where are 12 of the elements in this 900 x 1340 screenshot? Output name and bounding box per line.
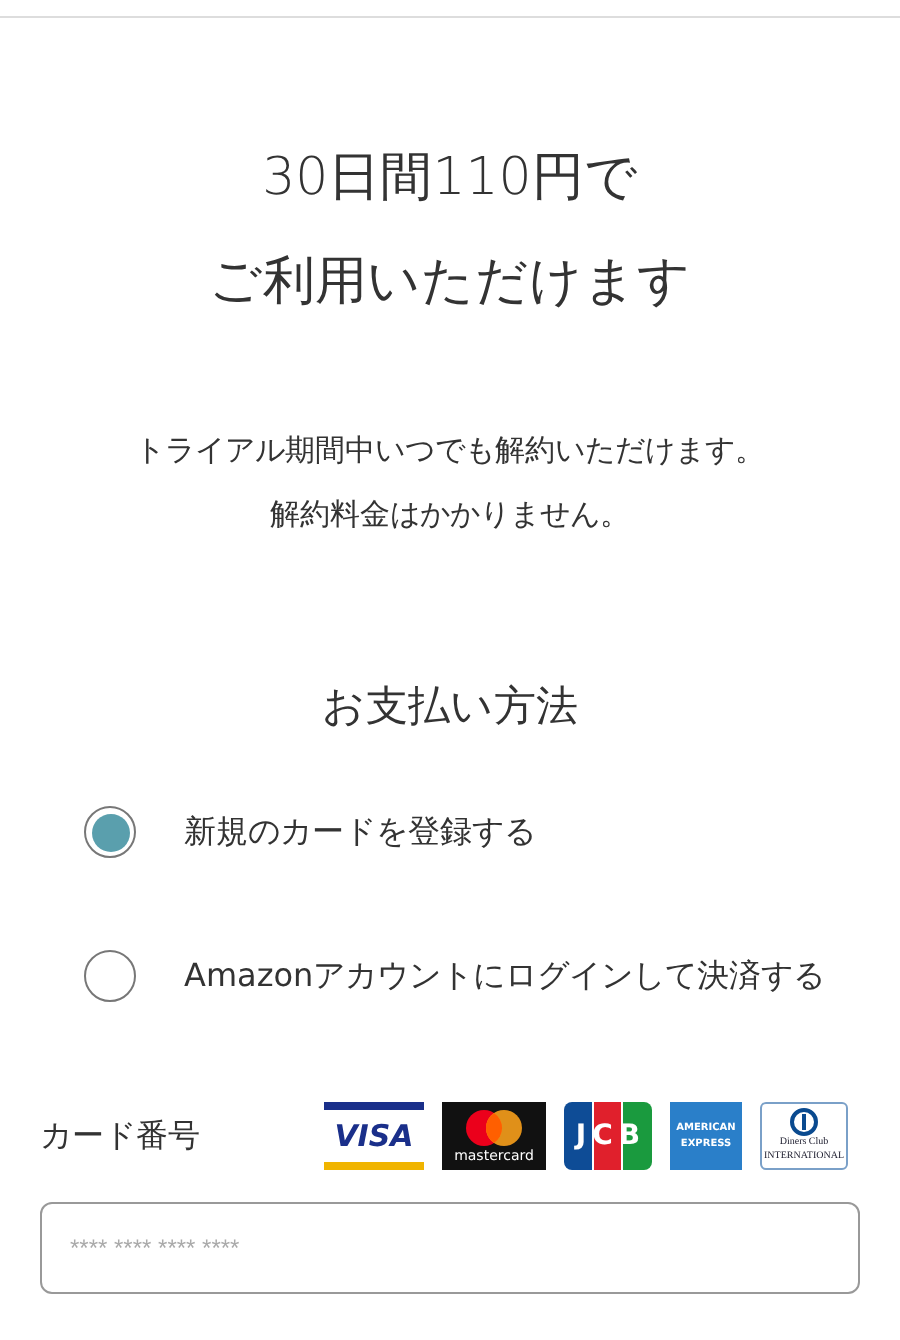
- radio-button[interactable]: [84, 806, 136, 858]
- option-label[interactable]: Amazonアカウントにログインして決済する: [184, 955, 826, 997]
- card-number-field[interactable]: **** **** **** ****: [40, 1202, 860, 1294]
- radio-button[interactable]: [84, 950, 136, 1002]
- visa-logo: VISA: [324, 1102, 424, 1170]
- headline: 30日間110円で: [260, 146, 640, 212]
- notice-text: トライアル期間中いつでも解約いただけます。: [133, 430, 767, 472]
- option-label[interactable]: 新規のカードを登録する: [184, 811, 536, 853]
- section-heading: お支払い方法: [320, 680, 580, 734]
- field-label: カード番号: [40, 1115, 202, 1157]
- notice-text: 解約料金はかかりません。: [268, 494, 632, 536]
- headline: ご利用いただけます: [207, 250, 693, 316]
